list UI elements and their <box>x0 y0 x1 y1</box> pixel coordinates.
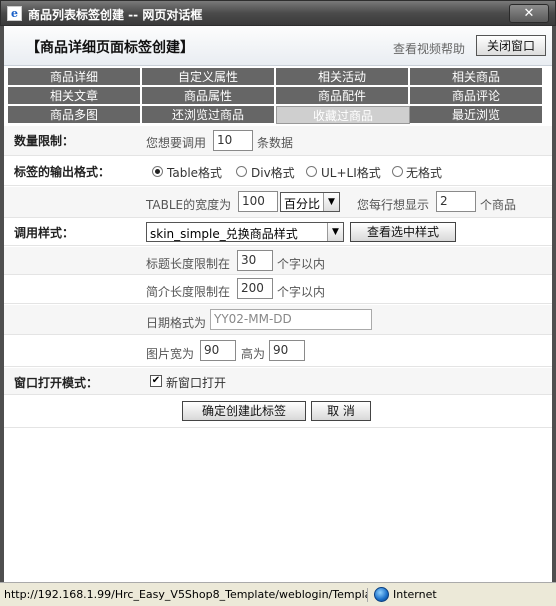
radio-div-label: Div格式 <box>251 166 295 180</box>
table-width-unit-select[interactable]: 百分比 ▼ <box>280 192 340 212</box>
tab-product-detail[interactable]: 商品详细 <box>8 68 141 86</box>
new-window-checkbox[interactable]: ✔ <box>150 375 162 387</box>
intro-length-input[interactable]: 200 <box>237 278 273 299</box>
per-row-input[interactable]: 2 <box>436 191 476 212</box>
per-row-label: 您每行想显示 <box>357 198 430 212</box>
tab-favorited-products[interactable]: 收藏过商品 <box>276 106 410 124</box>
radio-ul-li-label: UL+LI格式 <box>321 166 381 180</box>
title-length-prefix: 标题长度限制在 <box>146 257 231 271</box>
quantity-prefix: 您想要调用 <box>146 136 207 150</box>
window-close-button[interactable]: ✕ <box>509 4 549 23</box>
window-title: 商品列表标签创建 -- 网页对话框 <box>28 8 203 22</box>
radio-table[interactable] <box>152 166 163 177</box>
radio-no-format-label: 无格式 <box>406 166 443 180</box>
ie-app-icon: e <box>7 6 22 21</box>
intro-length-prefix: 简介长度限制在 <box>146 285 231 299</box>
close-window-button[interactable]: 关闭窗口 <box>476 35 546 56</box>
title-length-suffix: 个字以内 <box>277 257 326 271</box>
tab-related-activities[interactable]: 相关活动 <box>276 68 409 86</box>
table-width-label: TABLE的宽度为 <box>146 198 232 212</box>
tab-custom-attributes[interactable]: 自定义属性 <box>142 68 275 86</box>
radio-div[interactable] <box>236 166 247 177</box>
tab-related-products[interactable]: 相关商品 <box>410 68 543 86</box>
table-width-row: TABLE的宽度为 100 百分比 ▼ 您每行想显示 2 个商品 <box>4 187 552 218</box>
output-format-row: 标签的输出格式： Table格式 Div格式 UL+LI格式 无格式 <box>4 157 552 186</box>
window-mode-row: 窗口打开模式： ✔ 新窗口打开 <box>4 368 552 395</box>
image-size-row: 图片宽为 90 高为 90 <box>4 336 552 367</box>
tab-grid: 商品详细 自定义属性 相关活动 相关商品 相关文章 商品属性 商品配件 商品评论… <box>8 68 544 124</box>
radio-no-format[interactable] <box>392 166 403 177</box>
internet-globe-icon <box>374 587 389 602</box>
image-height-label: 高为 <box>241 347 266 361</box>
chevron-down-icon: ▼ <box>327 223 343 241</box>
window-titlebar: e 商品列表标签创建 -- 网页对话框 ✕ <box>0 0 556 26</box>
style-select-value: skin_simple_兑换商品样式 <box>150 227 298 241</box>
quantity-label: 数量限制： <box>14 134 75 148</box>
intro-length-row: 简介长度限制在 200 个字以内 <box>4 276 552 304</box>
quantity-suffix: 条数据 <box>257 136 294 150</box>
quantity-row: 数量限制： 您想要调用 10 条数据 <box>4 126 552 156</box>
actions-row: 确定创建此标签 取 消 <box>4 396 552 428</box>
tab-product-attributes[interactable]: 商品属性 <box>142 87 275 105</box>
page-title: 【商品详细页面标签创建】 <box>26 40 194 56</box>
tab-related-articles[interactable]: 相关文章 <box>8 87 141 105</box>
radio-ul-li[interactable] <box>306 166 317 177</box>
image-height-input[interactable]: 90 <box>269 340 305 361</box>
tab-recently-viewed[interactable]: 最近浏览 <box>410 106 543 124</box>
security-zone: Internet <box>393 588 437 601</box>
title-length-input[interactable]: 30 <box>237 250 273 271</box>
video-help-link[interactable]: 查看视频帮助 <box>393 40 465 57</box>
new-window-label: 新窗口打开 <box>166 376 227 390</box>
style-row: 调用样式： skin_simple_兑换商品样式 ▼ 查看选中样式 <box>4 219 552 246</box>
image-width-label: 图片宽为 <box>146 347 195 361</box>
dialog-header: 【商品详细页面标签创建】 查看视频帮助 关闭窗口 <box>4 26 552 66</box>
title-length-row: 标题长度限制在 30 个字以内 <box>4 247 552 275</box>
radio-table-label: Table格式 <box>167 166 223 180</box>
tab-product-accessories[interactable]: 商品配件 <box>276 87 409 105</box>
tab-product-images[interactable]: 商品多图 <box>8 106 141 124</box>
intro-length-suffix: 个字以内 <box>277 285 326 299</box>
cancel-button[interactable]: 取 消 <box>311 401 371 421</box>
chevron-down-icon: ▼ <box>323 193 339 211</box>
image-width-input[interactable]: 90 <box>200 340 236 361</box>
tab-also-viewed[interactable]: 还浏览过商品 <box>142 106 275 124</box>
status-url: http://192.168.1.99/Hrc_Easy_V5Shop8_Tem… <box>4 588 368 602</box>
date-format-label: 日期格式为 <box>146 316 207 330</box>
view-style-button[interactable]: 查看选中样式 <box>350 222 456 242</box>
tab-product-reviews[interactable]: 商品评论 <box>410 87 543 105</box>
output-format-label: 标签的输出格式： <box>14 165 111 179</box>
quantity-input[interactable]: 10 <box>213 130 253 151</box>
style-select[interactable]: skin_simple_兑换商品样式 ▼ <box>146 222 344 242</box>
table-width-unit-value: 百分比 <box>284 197 321 211</box>
date-format-row: 日期格式为 YY02-MM-DD <box>4 305 552 335</box>
date-format-input[interactable]: YY02-MM-DD <box>210 309 372 330</box>
window-mode-label: 窗口打开模式： <box>14 376 99 390</box>
style-label: 调用样式： <box>14 226 75 240</box>
create-tag-button[interactable]: 确定创建此标签 <box>182 401 306 421</box>
per-row-suffix: 个商品 <box>480 198 517 212</box>
table-width-input[interactable]: 100 <box>238 191 278 212</box>
status-bar: http://192.168.1.99/Hrc_Easy_V5Shop8_Tem… <box>0 582 556 606</box>
